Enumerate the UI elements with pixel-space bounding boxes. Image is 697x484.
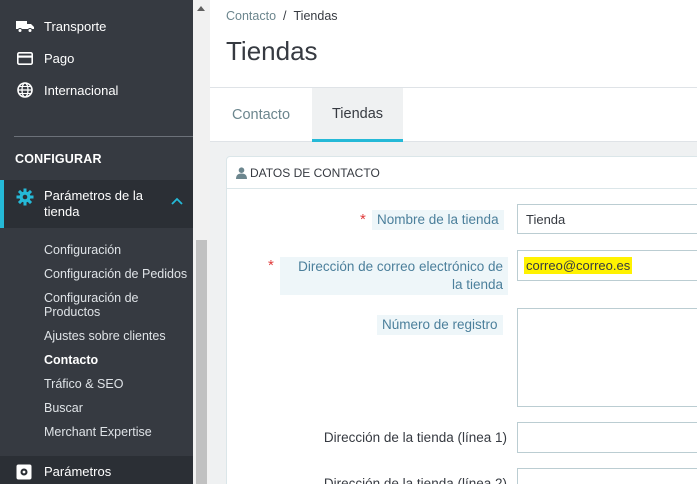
registration-label: Número de registro: [377, 315, 503, 335]
email-label: Dirección de correo electrónico de la ti…: [280, 257, 508, 295]
store-name-label: Nombre de la tienda: [372, 210, 504, 230]
sidebar-subitem-contacto[interactable]: Contacto: [44, 353, 98, 367]
panel-header: DATOS DE CONTACTO: [227, 157, 697, 189]
sidebar-subitem-configuracion[interactable]: Configuración: [44, 243, 121, 257]
gear-icon: [16, 188, 34, 211]
user-icon: [236, 166, 247, 179]
sidebar-item-label: Parámetros: [44, 464, 112, 479]
required-marker: *: [360, 211, 366, 228]
sidebar-item-label: Parámetros de la tienda: [44, 188, 143, 219]
tab-tiendas[interactable]: Tiendas: [312, 88, 403, 142]
required-marker: *: [268, 257, 274, 274]
sidebar-item-parametros-tienda[interactable]: Parámetros de la tienda: [0, 180, 193, 228]
email-value: correo@correo.es: [524, 257, 633, 274]
store-name-value: Tienda: [526, 211, 566, 227]
sidebar-scrollbar[interactable]: [193, 0, 210, 484]
globe-icon: [16, 82, 34, 98]
chevron-up-icon[interactable]: [171, 192, 183, 210]
sidebar-subitem-trafico-seo[interactable]: Tráfico & SEO: [44, 377, 123, 391]
sidebar-item-label: Transporte: [44, 18, 107, 34]
page-title: Tiendas: [226, 36, 318, 66]
sidebar: Transporte Pago Internacional CONFIGURAR…: [0, 0, 193, 484]
scroll-thumb[interactable]: [196, 240, 207, 484]
tab-bar: Contacto Tiendas: [210, 88, 697, 142]
credit-card-icon: [16, 50, 34, 66]
sidebar-subitem-config-productos[interactable]: Configuración de Productos: [44, 291, 184, 319]
sidebar-item-label: Internacional: [44, 82, 119, 98]
sidebar-subitem-merchant-expertise[interactable]: Merchant Expertise: [44, 425, 152, 439]
sidebar-subitem-ajustes-clientes[interactable]: Ajustes sobre clientes: [44, 329, 166, 343]
truck-icon: [16, 18, 34, 34]
sidebar-subitem-buscar[interactable]: Buscar: [44, 401, 83, 415]
breadcrumb-parent[interactable]: Contacto: [226, 9, 276, 23]
breadcrumb: Contacto / Tiendas: [226, 9, 338, 23]
registration-textarea[interactable]: [517, 308, 697, 407]
address1-label: Dirección de la tienda (línea 1): [323, 430, 507, 445]
email-input[interactable]: correo@correo.es: [517, 250, 697, 281]
page-header: Contacto / Tiendas Tiendas: [210, 0, 697, 88]
store-name-input[interactable]: Tienda: [517, 204, 697, 234]
cog-box-icon: [16, 464, 32, 484]
breadcrumb-current: Tiendas: [293, 9, 338, 23]
panel-title: DATOS DE CONTACTO: [250, 165, 380, 180]
sidebar-item-parametros[interactable]: Parámetros: [0, 456, 193, 484]
address1-input[interactable]: [517, 422, 697, 453]
sidebar-item-pago[interactable]: Pago: [0, 42, 193, 74]
address2-label: Dirección de la tienda (línea 2): [323, 476, 507, 484]
sidebar-item-label: Pago: [44, 50, 75, 66]
tab-contacto[interactable]: Contacto: [210, 88, 312, 142]
sidebar-section-title: CONFIGURAR: [15, 152, 102, 166]
breadcrumb-separator: /: [283, 9, 287, 23]
sidebar-divider: [14, 136, 193, 137]
sidebar-item-internacional[interactable]: Internacional: [0, 74, 193, 106]
address2-input[interactable]: [517, 468, 697, 484]
sidebar-item-transporte[interactable]: Transporte: [0, 10, 193, 42]
sidebar-subitem-config-pedidos[interactable]: Configuración de Pedidos: [44, 267, 187, 281]
scroll-up-arrow-icon[interactable]: [197, 6, 205, 11]
